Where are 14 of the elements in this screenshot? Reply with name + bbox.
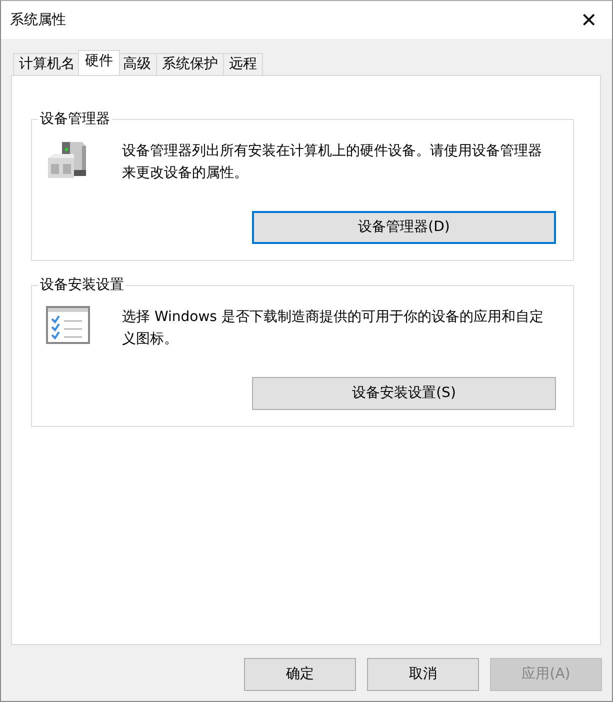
description-text: 设备管理器列出所有安装在计算机上的硬件设备。请使用设备管理器来更改设备的属性。 xyxy=(122,142,543,183)
checklist-icon xyxy=(46,306,90,344)
close-button[interactable]: ✕ xyxy=(566,1,612,39)
dialog-button[interactable]: 取消 xyxy=(367,658,479,691)
action-button[interactable]: 设备管理器(D) xyxy=(252,211,556,244)
tab[interactable]: 远程 xyxy=(223,53,263,75)
tab[interactable]: 计算机名 xyxy=(13,53,81,75)
window-title: 系统属性 xyxy=(10,10,66,30)
description-text: 选择 Windows 是否下载制造商提供的可用于你的设备的应用和自定义图标。 xyxy=(122,308,544,349)
group-title: 设备管理器 xyxy=(38,110,112,128)
dialog-button[interactable]: 确定 xyxy=(244,658,356,691)
group-title: 设备安装设置 xyxy=(38,276,126,294)
action-button[interactable]: 设备安装设置(S) xyxy=(252,377,556,410)
tab[interactable]: 硬件 xyxy=(78,50,120,75)
